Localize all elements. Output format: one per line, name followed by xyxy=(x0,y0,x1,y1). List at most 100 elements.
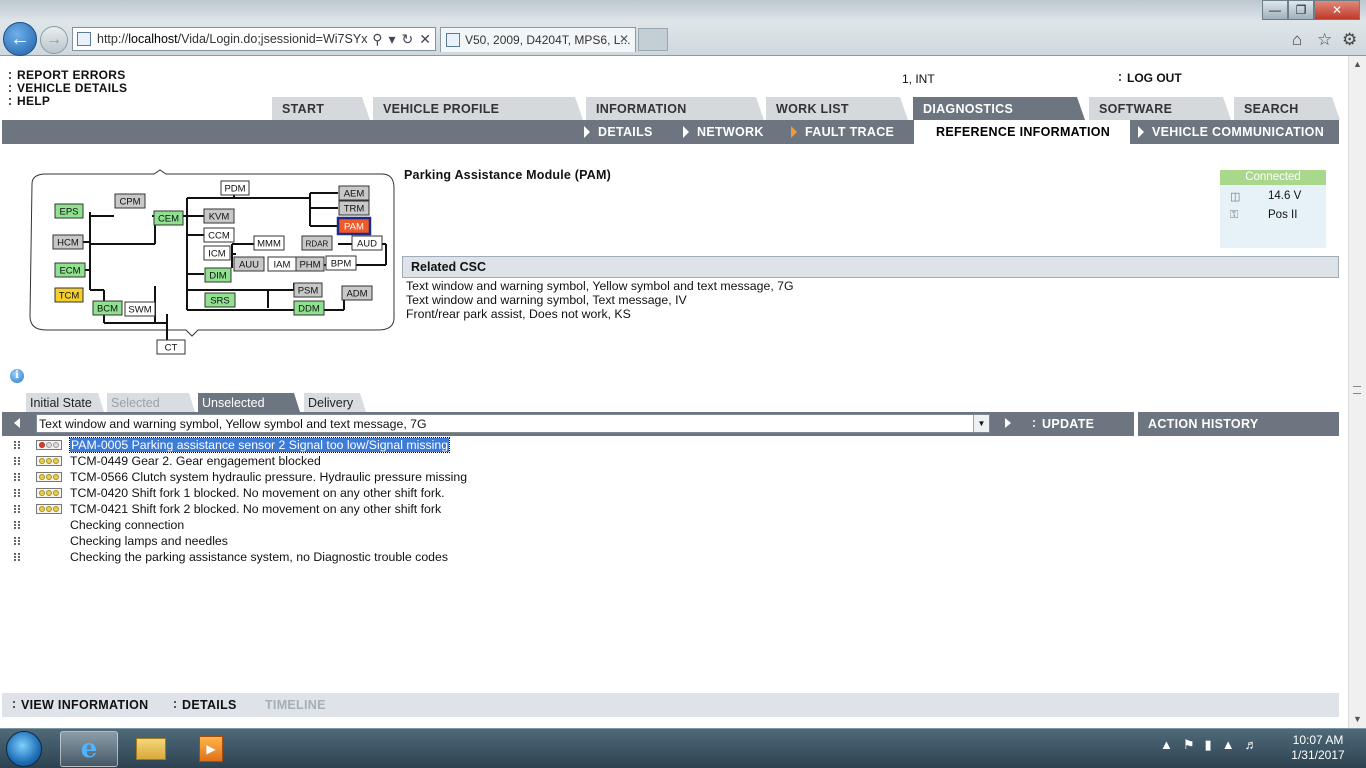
favorites-icon[interactable]: ☆ xyxy=(1317,30,1332,50)
minimize-button[interactable]: — xyxy=(1262,0,1288,20)
module-cem[interactable]: CEM xyxy=(153,210,184,226)
explorer-taskbar-button[interactable] xyxy=(122,731,180,767)
subnav-reference-information[interactable]: REFERENCE INFORMATION xyxy=(914,120,1130,144)
module-aud[interactable]: AUD xyxy=(351,235,383,251)
refresh-icon[interactable]: ↻ xyxy=(402,31,414,48)
tab-work-list[interactable]: WORK LIST xyxy=(766,97,908,120)
network-tray-icon[interactable]: ▲ xyxy=(1222,737,1235,753)
module-ccm[interactable]: CCM xyxy=(203,227,235,243)
subnav-network[interactable]: NETWORK xyxy=(679,120,764,144)
tab-software[interactable]: SOFTWARE xyxy=(1089,97,1231,120)
module-bpm[interactable]: BPM xyxy=(325,255,357,271)
search-icon[interactable]: ⚲ xyxy=(372,31,382,48)
module-phm[interactable]: PHM xyxy=(295,256,325,272)
tab-close-icon[interactable]: ✕ xyxy=(619,32,629,46)
drag-handle-icon[interactable] xyxy=(14,521,20,529)
dtc-row[interactable]: TCM-0421 Shift fork 2 blocked. No moveme… xyxy=(12,501,467,517)
previous-arrow-icon[interactable] xyxy=(14,418,20,428)
details-button[interactable]: DETAILS xyxy=(173,698,237,712)
action-history-button[interactable]: ACTION HISTORY xyxy=(1134,412,1339,436)
tab-search[interactable]: SEARCH xyxy=(1234,97,1340,120)
logout-link[interactable]: LOG OUT xyxy=(1118,71,1182,85)
module-psm[interactable]: PSM xyxy=(293,282,323,298)
subnav-vehicle-communication[interactable]: VEHICLE COMMUNICATION xyxy=(1134,120,1324,144)
dtc-row[interactable]: Checking lamps and needles xyxy=(12,533,467,549)
dtc-row[interactable]: TCM-0566 Clutch system hydraulic pressur… xyxy=(12,469,467,485)
scroll-up-icon[interactable]: ▲ xyxy=(1349,56,1366,73)
scroll-grip[interactable] xyxy=(1353,386,1361,394)
new-tab-button[interactable] xyxy=(638,28,668,51)
ie-taskbar-button[interactable]: e xyxy=(60,731,118,767)
module-bcm[interactable]: BCM xyxy=(92,300,123,316)
related-csc-item[interactable]: Text window and warning symbol, Text mes… xyxy=(406,293,794,307)
module-hcm[interactable]: HCM xyxy=(52,234,84,250)
subnav-details[interactable]: DETAILS xyxy=(580,120,653,144)
drag-handle-icon[interactable] xyxy=(14,489,20,497)
csc-select[interactable]: Text window and warning symbol, Yellow s… xyxy=(36,414,990,433)
maximize-button[interactable]: ❐ xyxy=(1288,0,1314,20)
module-adm[interactable]: ADM xyxy=(341,285,373,301)
module-icm[interactable]: ICM xyxy=(203,245,231,261)
tab-information[interactable]: INFORMATION xyxy=(586,97,764,120)
drag-handle-icon[interactable] xyxy=(14,537,20,545)
tab-delivery[interactable]: Delivery xyxy=(304,393,366,412)
tab-unselected-csc[interactable]: Unselected CSC xyxy=(198,393,300,412)
subnav-fault-trace[interactable]: FAULT TRACE xyxy=(787,120,894,144)
tab-selected-csc[interactable]: Selected CSC xyxy=(107,393,195,412)
home-icon[interactable]: ⌂ xyxy=(1292,30,1302,50)
close-window-button[interactable]: ✕ xyxy=(1314,0,1360,20)
tab-start[interactable]: START xyxy=(272,97,370,120)
related-csc-item[interactable]: Front/rear park assist, Does not work, K… xyxy=(406,307,794,321)
module-tcm[interactable]: TCM xyxy=(54,287,84,303)
module-dim[interactable]: DIM xyxy=(204,267,232,283)
module-swm[interactable]: SWM xyxy=(124,301,156,317)
page-scrollbar[interactable]: ▲ ▼ xyxy=(1348,56,1366,728)
address-bar[interactable]: http://localhost/Vida/Login.do;jsessioni… xyxy=(72,27,436,51)
module-aem[interactable]: AEM xyxy=(338,185,370,201)
dropdown-icon[interactable]: ▾ xyxy=(389,31,396,48)
tab-diagnostics[interactable]: DIAGNOSTICS xyxy=(913,97,1085,120)
module-eps[interactable]: EPS xyxy=(54,203,84,219)
info-icon[interactable]: i xyxy=(10,369,24,383)
drag-handle-icon[interactable] xyxy=(14,473,20,481)
module-srs[interactable]: SRS xyxy=(204,292,236,308)
settings-gear-icon[interactable]: ⚙ xyxy=(1342,30,1357,50)
taskbar-clock[interactable]: 10:07 AM 1/31/2017 xyxy=(1278,733,1358,763)
module-pam[interactable]: PAM xyxy=(336,216,372,236)
back-button[interactable]: ← xyxy=(3,22,37,56)
module-ecm[interactable]: ECM xyxy=(54,262,86,278)
module-rdar[interactable]: RDAR xyxy=(301,235,333,251)
dtc-row[interactable]: PAM-0005 Parking assistance sensor 2 Sig… xyxy=(12,437,467,453)
module-iam[interactable]: IAM xyxy=(267,256,297,272)
module-kvm[interactable]: KVM xyxy=(203,208,235,224)
stop-icon[interactable]: ✕ xyxy=(419,31,431,48)
module-ct[interactable]: CT xyxy=(156,339,186,355)
show-hidden-icons-icon[interactable]: ▲ xyxy=(1160,737,1173,753)
module-trm[interactable]: TRM xyxy=(338,200,370,216)
dtc-row[interactable]: Checking connection xyxy=(12,517,467,533)
tab-initial-state[interactable]: Initial State xyxy=(26,393,104,412)
module-ddm[interactable]: DDM xyxy=(293,300,325,316)
dtc-row[interactable]: TCM-0420 Shift fork 1 blocked. No moveme… xyxy=(12,485,467,501)
module-mmm[interactable]: MMM xyxy=(253,235,285,251)
dtc-row[interactable]: Checking the parking assistance system, … xyxy=(12,549,467,565)
scroll-down-icon[interactable]: ▼ xyxy=(1349,711,1366,728)
view-information-button[interactable]: VIEW INFORMATION xyxy=(12,698,148,712)
module-auu[interactable]: AUU xyxy=(233,256,265,272)
forward-button[interactable]: → xyxy=(40,26,68,54)
chevron-down-icon[interactable]: ▼ xyxy=(973,415,989,432)
tab-vehicle-profile[interactable]: VEHICLE PROFILE xyxy=(373,97,583,120)
drag-handle-icon[interactable] xyxy=(14,505,20,513)
media-taskbar-button[interactable]: ▶ xyxy=(182,731,240,767)
browser-tab[interactable]: V50, 2009, D4204T, MPS6, L... ✕ xyxy=(440,27,636,52)
help-link[interactable]: HELP xyxy=(8,95,127,108)
update-button[interactable]: UPDATE xyxy=(1032,417,1094,431)
module-pdm[interactable]: PDM xyxy=(220,180,250,196)
drag-handle-icon[interactable] xyxy=(14,553,20,561)
battery-tray-icon[interactable]: ▮ xyxy=(1205,737,1212,753)
related-csc-item[interactable]: Text window and warning symbol, Yellow s… xyxy=(406,279,794,293)
module-cpm[interactable]: CPM xyxy=(114,193,146,209)
next-arrow-icon[interactable] xyxy=(1005,418,1011,428)
drag-handle-icon[interactable] xyxy=(14,441,20,449)
action-center-flag-icon[interactable]: ⚑ xyxy=(1183,737,1195,753)
